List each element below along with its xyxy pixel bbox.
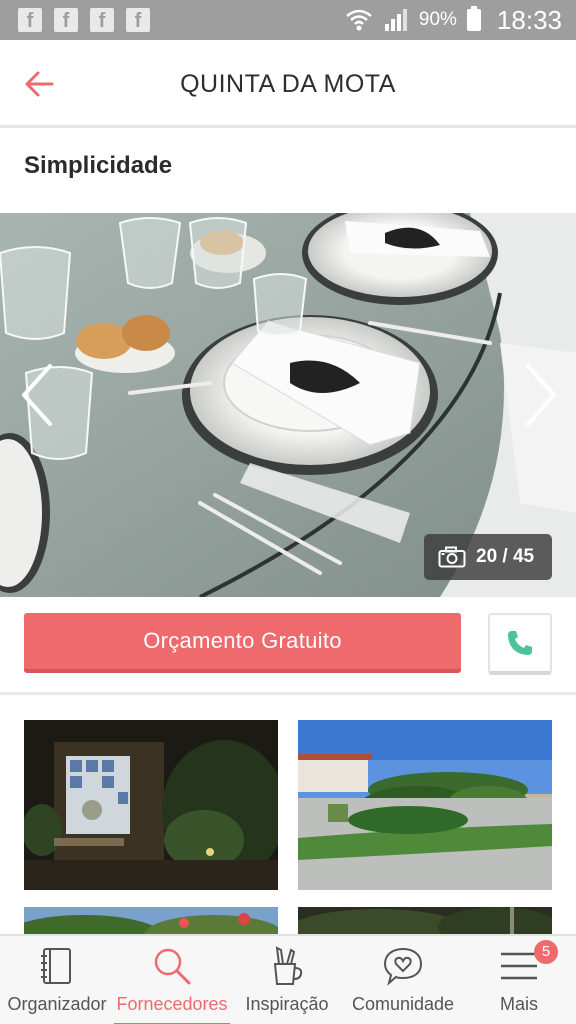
app-header: QUINTA DA MOTA — [0, 40, 576, 128]
phone-icon — [508, 631, 532, 655]
chat-heart-icon — [383, 947, 423, 986]
battery-percent: 90% — [418, 9, 457, 30]
status-right: 90% 18:33 — [345, 0, 562, 40]
thumbnail-image — [298, 720, 552, 890]
notebook-icon — [41, 948, 71, 984]
camera-icon — [438, 546, 466, 568]
free-quote-button[interactable]: Orçamento Gratuito — [24, 613, 461, 673]
pencil-cup-icon — [273, 946, 303, 985]
facebook-icon: f — [18, 8, 42, 32]
bottom-navigation: Organizador Fornecedores Inspiração Comu… — [0, 934, 576, 1024]
call-button[interactable] — [488, 613, 552, 675]
section-divider — [0, 692, 576, 695]
nav-label: Organizador — [7, 994, 107, 1014]
album-title: Simplicidade — [24, 152, 173, 179]
search-icon — [154, 948, 191, 985]
photo-counter-text: 20 / 45 — [476, 546, 535, 567]
thumbnail-photo[interactable] — [298, 720, 552, 890]
notification-badge: 5 — [534, 940, 558, 964]
nav-label: Inspiração — [245, 994, 329, 1014]
status-bar: f f f f 90% 18:33 — [0, 0, 576, 40]
wifi-icon — [346, 9, 372, 31]
nav-comunidade[interactable]: Comunidade — [344, 936, 462, 1024]
gallery-next-button[interactable] — [518, 360, 564, 430]
chevron-left-icon — [22, 364, 52, 426]
thumbnail-image — [24, 720, 278, 890]
page-title: QUINTA DA MOTA — [180, 70, 396, 98]
clock: 18:33 — [496, 4, 562, 35]
battery-icon — [466, 6, 481, 31]
nav-label: Comunidade — [351, 994, 455, 1014]
nav-label: Mais — [499, 994, 538, 1014]
notification-icons: f f f f — [18, 8, 150, 32]
nav-organizador[interactable]: Organizador — [0, 936, 114, 1024]
chevron-right-icon — [526, 364, 556, 426]
nav-fornecedores[interactable]: Fornecedores — [114, 936, 230, 1024]
facebook-icon: f — [54, 8, 78, 32]
nav-label: Fornecedores — [116, 994, 228, 1014]
gallery-prev-button[interactable] — [14, 360, 60, 430]
facebook-icon: f — [126, 8, 150, 32]
facebook-icon: f — [90, 8, 114, 32]
thumbnail-photo[interactable] — [24, 720, 278, 890]
nav-inspiracao[interactable]: Inspiração — [230, 936, 344, 1024]
nav-mais[interactable]: 5 Mais — [462, 936, 576, 1024]
photo-counter: 20 / 45 — [424, 534, 552, 580]
signal-icon — [384, 9, 407, 31]
